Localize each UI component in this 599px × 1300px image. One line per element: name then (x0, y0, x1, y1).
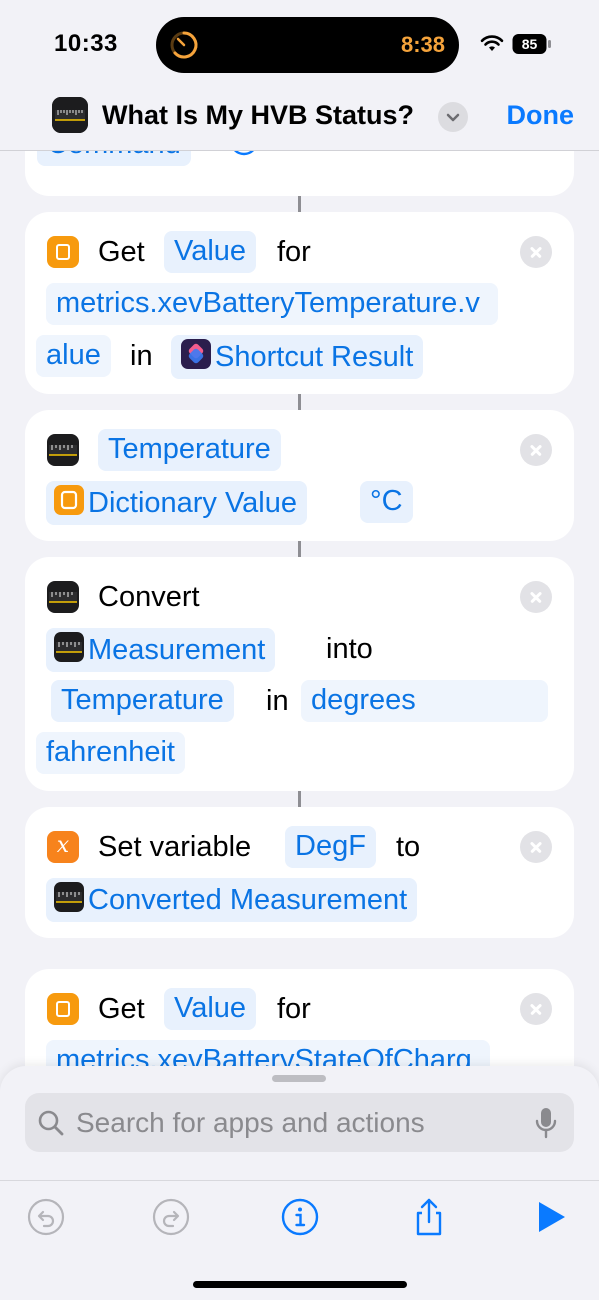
search-icon (38, 1110, 64, 1136)
status-bar: 10:33 8:38 85 (0, 0, 599, 90)
connector (298, 394, 301, 410)
value-token[interactable]: Value (164, 231, 257, 273)
connector (298, 196, 301, 212)
connector (298, 791, 301, 807)
undo-icon[interactable] (26, 1197, 66, 1237)
temperature-type-token[interactable]: Temperature (98, 429, 281, 471)
timer-text: 8:38 (400, 32, 445, 57)
variable-icon: x (47, 831, 79, 863)
for-label: for (277, 993, 311, 1025)
close-icon[interactable] (520, 581, 552, 613)
convert-label: Convert (98, 581, 200, 613)
play-icon[interactable] (532, 1197, 572, 1237)
home-indicator[interactable] (193, 1281, 407, 1288)
key-path-token-cont[interactable]: alue (36, 335, 111, 377)
for-label: for (277, 236, 311, 268)
info-icon[interactable] (280, 1197, 320, 1237)
chevron-down-icon[interactable] (438, 102, 468, 132)
measurement-icon (47, 434, 79, 466)
get-value-card[interactable]: Get Value for metrics.xevBatteryTemperat… (25, 212, 574, 394)
dictionary-value-token[interactable]: Dictionary Value (46, 481, 308, 525)
battery-icon: 85 (512, 34, 551, 54)
in-label: in (266, 685, 289, 717)
get-label: Get (98, 993, 145, 1025)
run-command-card[interactable]: Command (25, 151, 574, 196)
wifi-icon (480, 35, 504, 51)
shortcut-result-token[interactable]: Shortcut Result (171, 335, 424, 379)
close-icon[interactable] (520, 993, 552, 1025)
action-list[interactable]: Command Get Value for metrics.xevBattery… (0, 151, 599, 1071)
done-button[interactable]: Done (507, 100, 575, 131)
measurement-icon (47, 581, 79, 613)
measurement-token[interactable]: Measurement (46, 628, 276, 672)
shortcut-app-icon (52, 97, 88, 133)
dynamic-island[interactable]: 8:38 (156, 17, 459, 73)
get-value-card-2[interactable]: Get Value for metrics.xevBatteryStateOfC… (25, 969, 574, 1071)
close-icon[interactable] (520, 434, 552, 466)
action-search-panel[interactable]: Search for apps and actions (0, 1066, 599, 1300)
value-token[interactable]: Value (164, 988, 257, 1030)
command-token[interactable]: Command (37, 151, 191, 166)
measurement-icon (54, 632, 84, 662)
degrees-token-cont[interactable]: fahrenheit (36, 732, 185, 774)
search-input[interactable]: Search for apps and actions (76, 1107, 425, 1139)
shortcuts-icon (181, 339, 211, 369)
editor-toolbar (0, 1180, 599, 1261)
microphone-icon[interactable] (534, 1106, 558, 1140)
status-time: 10:33 (54, 30, 118, 57)
degrees-token[interactable]: degrees (301, 680, 548, 722)
get-label: Get (98, 236, 145, 268)
dictionary-icon (47, 993, 79, 1025)
temperature-type-token[interactable]: Temperature (51, 680, 234, 722)
battery-level: 85 (522, 36, 538, 52)
set-variable-card[interactable]: x Set variable DegF to Converted Measure… (25, 807, 574, 938)
in-label: in (130, 340, 153, 372)
close-icon[interactable] (520, 236, 552, 268)
temperature-card[interactable]: Temperature Dictionary Value °C (25, 410, 574, 541)
share-icon[interactable] (409, 1197, 449, 1237)
converted-measurement-token[interactable]: Converted Measurement (46, 878, 418, 922)
variable-name-token[interactable]: DegF (285, 826, 376, 868)
to-label: to (396, 831, 421, 863)
convert-card[interactable]: Convert Measurement into Temperature in … (25, 557, 574, 791)
key-path-token[interactable]: metrics.xevBatteryTemperature.v (46, 283, 498, 325)
nav-bar: What Is My HVB Status? Done (0, 90, 599, 151)
sheet-grabber[interactable] (272, 1075, 326, 1082)
unit-token[interactable]: °C (360, 481, 413, 523)
search-bar[interactable]: Search for apps and actions (25, 1093, 574, 1152)
timer-icon (170, 31, 198, 59)
connector (298, 541, 301, 557)
dictionary-icon (47, 236, 79, 268)
chevron-right-circle-icon[interactable] (228, 151, 260, 157)
close-icon[interactable] (520, 831, 552, 863)
redo-icon[interactable] (151, 1197, 191, 1237)
set-variable-label: Set variable (98, 831, 252, 863)
measurement-icon (54, 882, 84, 912)
dictionary-icon (54, 485, 84, 515)
shortcut-title[interactable]: What Is My HVB Status? (102, 100, 414, 131)
into-label: into (326, 633, 373, 665)
